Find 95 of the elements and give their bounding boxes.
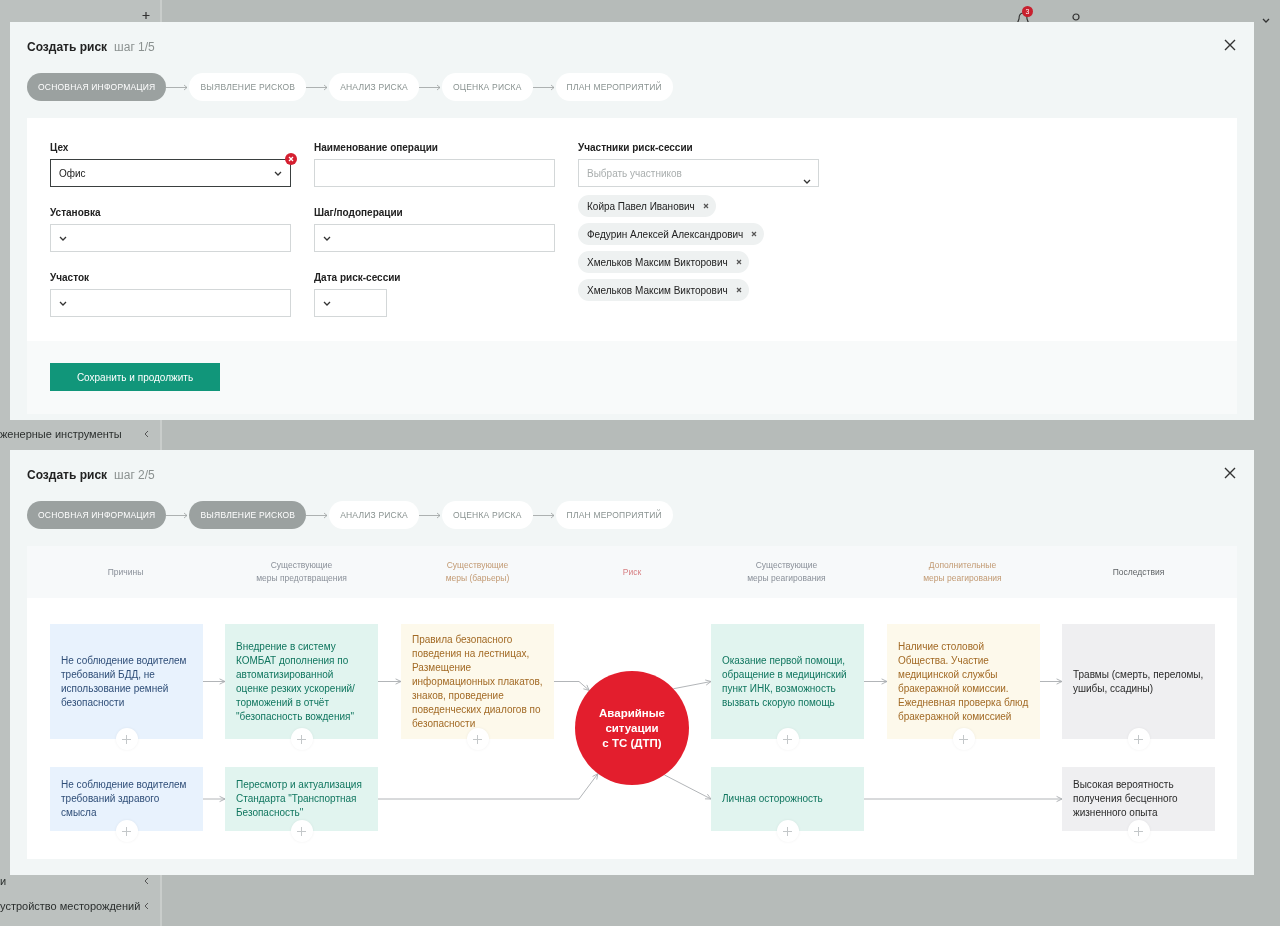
step-tab[interactable]: ОСНОВНАЯ ИНФОРМАЦИЯ <box>27 501 167 529</box>
connector-arrow <box>377 678 402 685</box>
diagram-node[interactable]: Личная осторожность <box>711 767 864 831</box>
remove-icon[interactable] <box>735 287 742 293</box>
plus-icon <box>297 734 306 744</box>
connector-arrow <box>672 679 712 690</box>
chevron-down-icon <box>1262 17 1270 23</box>
plus-icon <box>1134 734 1143 744</box>
save-button[interactable]: Сохранить и продолжить <box>50 363 220 391</box>
plus-icon <box>1134 826 1143 836</box>
connector-arrow <box>663 774 712 800</box>
multiselect-field[interactable]: Выбрать участников <box>578 159 819 187</box>
column-header: Риск <box>621 565 643 579</box>
diagram-node[interactable]: Внедрение в систему КОМБАТ дополнения по автоматизированной оценке резких ускорений/торможений в отчёт "безопасность вождения" <box>225 624 378 739</box>
arrow-icon <box>166 83 190 91</box>
risk-node[interactable]: Аварийные ситуации с ТС (ДТП) <box>575 671 689 785</box>
arrow-icon <box>418 83 442 91</box>
participant-chip[interactable]: Федурин Алексей Александрович <box>578 223 765 245</box>
sidebar-item[interactable]: женерные инструменты <box>0 427 122 440</box>
diagram-node[interactable]: Оказание первой помощи, обращение в медицинский пункт ИНК, возможность вызвать скорую помощь <box>711 624 864 739</box>
select-field[interactable] <box>50 224 291 252</box>
step-tab[interactable]: ОЦЕНКА РИСКА <box>441 501 533 529</box>
field-label: Участок <box>50 272 90 284</box>
field-label: Участники риск-сессии <box>578 142 693 154</box>
chevron-down-icon <box>323 300 331 306</box>
sidebar-item[interactable]: и <box>0 875 7 887</box>
chevron-left-icon <box>144 429 149 438</box>
diagram-node[interactable]: Не соблюдение водителем требований здравого смысла <box>50 767 203 831</box>
select-field[interactable]: Офис <box>50 159 291 187</box>
step-tab[interactable]: ПЛАН МЕРОПРИЯТИЙ <box>555 73 673 101</box>
column-header: Причины <box>106 565 145 579</box>
plus-icon <box>122 826 131 836</box>
participant-chip[interactable]: Хмельков Максим Викторович <box>578 251 749 273</box>
sidebar-item[interactable]: устройство месторождений <box>0 900 141 912</box>
connector-arrow <box>202 678 226 685</box>
remove-icon[interactable] <box>751 231 758 237</box>
plus-icon <box>783 734 792 744</box>
step-tab[interactable]: ПЛАН МЕРОПРИЯТИЙ <box>555 501 673 529</box>
diagram-node[interactable]: Не соблюдение водителем требований БДД, не использование ремней безопасности <box>50 624 203 739</box>
step-tab[interactable]: ВЫЯВЛЕНИЕ РИСКОВ <box>189 73 307 101</box>
chevron-down-icon <box>274 170 282 176</box>
diagram-node[interactable]: Травмы (смерть, переломы, ушибы, ссадины) <box>1062 624 1215 739</box>
step-counter: шаг 2/5 <box>114 468 155 482</box>
chevron-down-icon <box>803 179 811 184</box>
select-field[interactable] <box>314 224 555 252</box>
diagram-node[interactable]: Правила безопасного поведения на лестницах, Размещение информационных плакатов, знаков, проведение поведенческих диалогов по безопасности <box>401 624 554 739</box>
column-header: Дополнительные меры реагирования <box>922 559 1003 585</box>
diagram-node[interactable]: Пересмотр и актуализация Стандарта "Транспортная Безопасность" <box>225 767 378 831</box>
participant-chip[interactable]: Хмельков Максим Викторович <box>578 279 749 301</box>
column-header: Существующие меры (барьеры) <box>444 559 511 585</box>
step-tab[interactable]: ОЦЕНКА РИСКА <box>441 73 533 101</box>
diagram-node[interactable]: Высокая вероятность получения бесценного жизненного опыта <box>1062 767 1215 831</box>
connector-arrow <box>553 681 590 691</box>
field-label: Шаг/подоперации <box>314 207 403 219</box>
column-header: Последствия <box>1111 565 1166 579</box>
remove-icon[interactable] <box>702 203 709 209</box>
field-label: Цех <box>50 142 69 154</box>
remove-icon[interactable] <box>735 259 742 265</box>
column-header: Существующие меры реагирования <box>746 559 827 585</box>
chevron-down-icon <box>59 235 67 241</box>
clear-icon[interactable] <box>285 153 297 165</box>
arrow-icon <box>532 511 556 519</box>
step-tab[interactable]: АНАЛИЗ РИСКА <box>329 501 419 529</box>
chevron-down-icon <box>323 235 331 241</box>
step-tab[interactable]: ОСНОВНАЯ ИНФОРМАЦИЯ <box>27 73 167 101</box>
dialog-title: Создать риск <box>27 40 108 54</box>
arrow-icon <box>532 83 556 91</box>
dialog-title: Создать риск <box>27 468 108 482</box>
connector-arrow <box>1039 678 1063 685</box>
field-label: Наименование операции <box>314 142 438 154</box>
plus-icon <box>122 734 131 744</box>
column-header: Существующие меры предотвращения <box>255 559 348 585</box>
date-field[interactable] <box>314 289 387 317</box>
plus-icon <box>297 826 306 836</box>
step-counter: шаг 1/5 <box>114 40 155 54</box>
arrow-icon <box>306 511 330 519</box>
chevron-left-icon <box>144 877 149 885</box>
arrow-icon <box>418 511 442 519</box>
step-tab[interactable]: ВЫЯВЛЕНИЕ РИСКОВ <box>189 501 307 529</box>
plus-icon <box>783 826 792 836</box>
step-tab[interactable]: АНАЛИЗ РИСКА <box>329 73 419 101</box>
chevron-down-icon <box>59 300 67 306</box>
plus-icon <box>959 734 968 744</box>
connector-arrow <box>863 678 888 685</box>
field-label: Установка <box>50 207 101 219</box>
plus-icon <box>473 734 482 744</box>
select-field[interactable] <box>50 289 291 317</box>
connector-arrow <box>202 795 226 803</box>
participant-chip[interactable]: Койра Павел Иванович <box>578 195 716 217</box>
diagram-node[interactable]: Наличие столовой Общества. Участие медицинской службы бракеражной комиссии. Ежедневная проверка блюд бракеражной комиссией <box>887 624 1040 739</box>
text-field[interactable] <box>314 159 555 187</box>
chevron-left-icon <box>144 902 149 910</box>
arrow-icon <box>306 83 330 91</box>
field-label: Дата риск-сессии <box>314 272 401 284</box>
arrow-icon <box>166 511 190 519</box>
